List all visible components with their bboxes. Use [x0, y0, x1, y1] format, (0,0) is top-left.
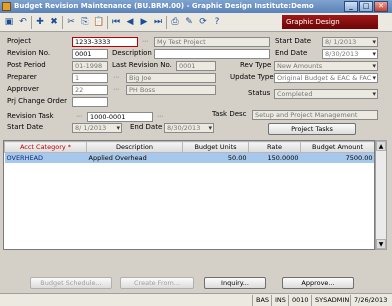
- revision-task-field[interactable]: 1000-0001: [87, 112, 153, 122]
- task-start-date-field: 8/ 1/2013: [72, 123, 122, 133]
- status-company-id: 0010: [288, 295, 310, 306]
- rev-type-label: Rev Type: [240, 61, 272, 69]
- toolbar-separator: [107, 16, 108, 29]
- project-description-field: My Test Project: [154, 37, 270, 47]
- title-bar: Budget Revision Maintenance (BU.BRM.00) …: [0, 0, 392, 13]
- project-label: Project: [7, 37, 31, 45]
- description-label: Description: [112, 49, 152, 57]
- scroll-down-icon[interactable]: ▼: [376, 239, 386, 249]
- table-row[interactable]: OVERHEAD Applied Overhead 50.00 150.0000…: [4, 152, 374, 163]
- status-label: Status: [248, 89, 271, 97]
- description-field[interactable]: [154, 49, 270, 59]
- save-icon[interactable]: ▣: [3, 16, 15, 28]
- refresh-icon[interactable]: ⟳: [197, 16, 209, 28]
- preparer-id-field[interactable]: 1: [72, 73, 108, 83]
- create-from-button[interactable]: Create From...: [120, 277, 194, 289]
- status-module: BAS: [252, 295, 270, 306]
- project-tasks-button[interactable]: Project Tasks: [268, 123, 356, 135]
- task-start-date-label: Start Date: [7, 123, 44, 131]
- next-icon[interactable]: ▶: [138, 16, 150, 28]
- column-header-rate[interactable]: Rate: [248, 141, 301, 153]
- first-icon[interactable]: ⏮: [110, 16, 122, 28]
- update-type-label: Update Type: [230, 73, 274, 81]
- approver-name-field: PH Boss: [126, 85, 216, 95]
- revision-task-lookup-icon[interactable]: ⋯: [156, 112, 164, 121]
- help-icon[interactable]: ?: [211, 16, 223, 28]
- paste-icon[interactable]: 📋: [93, 16, 105, 28]
- preparer-label: Preparer: [7, 73, 37, 81]
- preparer-name-field: Big Joe: [126, 73, 216, 83]
- print-icon[interactable]: ⎙: [169, 16, 181, 28]
- status-user: SYSADMIN: [311, 295, 349, 306]
- preparer-lookup-icon[interactable]: ⋯: [112, 73, 120, 82]
- minimize-button[interactable]: _: [344, 1, 358, 12]
- scroll-up-icon[interactable]: ▲: [376, 141, 386, 151]
- budget-schedule-button[interactable]: Budget Schedule...: [30, 277, 112, 289]
- last-icon[interactable]: ⏭: [152, 16, 164, 28]
- task-lookup-icon[interactable]: ⋯: [75, 112, 83, 121]
- task-end-date-field: 8/30/2013: [164, 123, 214, 133]
- approve-button[interactable]: Approve...: [282, 277, 354, 289]
- post-period-label: Post Period: [7, 61, 46, 69]
- approver-lookup-icon[interactable]: ⋯: [112, 85, 120, 94]
- last-revision-label: Last Revision No.: [112, 61, 172, 69]
- company-name-box: Graphic Design: [282, 15, 378, 29]
- end-date-label: End Date: [275, 49, 308, 57]
- column-header-budget-amount[interactable]: Budget Amount: [300, 141, 374, 153]
- status-date: 7/26/2013: [350, 295, 390, 306]
- undo-icon[interactable]: ↶: [17, 16, 29, 28]
- app-icon: [2, 2, 11, 11]
- acct-category-cell[interactable]: OVERHEAD: [4, 152, 87, 163]
- note-icon[interactable]: ✎: [183, 16, 195, 28]
- rev-type-select[interactable]: New Amounts: [274, 61, 378, 71]
- toolbar-separator: [62, 16, 63, 29]
- budget-amount-cell[interactable]: 7500.00: [300, 152, 374, 163]
- prj-change-order-field[interactable]: [72, 97, 108, 107]
- inquiry-button[interactable]: Inquiry...: [204, 277, 266, 289]
- grid-scrollbar[interactable]: ▲ ▼: [375, 140, 387, 250]
- project-lookup-icon[interactable]: ⋯: [141, 37, 149, 46]
- rate-cell[interactable]: 150.0000: [248, 152, 301, 163]
- description-cell[interactable]: Applied Overhead: [86, 152, 183, 163]
- column-header-description[interactable]: Description: [86, 141, 183, 153]
- column-header-acct-category[interactable]: Acct Category *: [4, 141, 87, 153]
- approver-id-field[interactable]: 22: [72, 85, 108, 95]
- delete-icon[interactable]: ✖: [48, 16, 60, 28]
- insert-icon[interactable]: ✚: [34, 16, 46, 28]
- status-bar: BAS INS 0010 SYSADMIN 7/26/2013: [0, 293, 392, 306]
- start-date-field[interactable]: 8/ 1/2013: [322, 37, 378, 47]
- status-mode: INS: [271, 295, 287, 306]
- status-select[interactable]: Completed: [274, 89, 378, 99]
- maximize-button[interactable]: □: [359, 1, 373, 12]
- copy-icon[interactable]: ⎘: [79, 16, 91, 28]
- task-desc-field: Setup and Project Management: [252, 110, 378, 120]
- revision-no-label: Revision No.: [7, 49, 51, 57]
- close-button[interactable]: ✕: [374, 1, 388, 12]
- update-type-select[interactable]: Original Budget & EAC & FAC: [274, 73, 378, 83]
- budget-units-cell[interactable]: 50.00: [182, 152, 249, 163]
- last-revision-field: 0001: [176, 61, 216, 71]
- prev-icon[interactable]: ◀: [124, 16, 136, 28]
- column-header-budget-units[interactable]: Budget Units: [182, 141, 249, 153]
- cut-icon[interactable]: ✂: [65, 16, 77, 28]
- window-title: Budget Revision Maintenance (BU.BRM.00) …: [14, 2, 314, 10]
- end-date-field[interactable]: 8/30/2013: [322, 49, 378, 59]
- prj-change-order-label: Prj Change Order: [7, 97, 68, 105]
- start-date-label: Start Date: [275, 37, 312, 45]
- toolbar: ▣ ↶ ✚ ✖ ✂ ⎘ 📋 ⏮ ◀ ▶ ⏭ ⎙ ✎ ⟳ ? Graphic De…: [0, 13, 392, 32]
- toolbar-separator: [31, 16, 32, 29]
- task-end-date-label: End Date: [130, 123, 163, 131]
- budget-grid: Acct Category * Description Budget Units…: [3, 140, 375, 250]
- task-desc-label: Task Desc: [212, 110, 247, 118]
- revision-no-field[interactable]: 0001: [72, 49, 108, 59]
- revision-task-label: Revision Task: [7, 112, 54, 120]
- project-field[interactable]: 1233-3333: [72, 37, 138, 47]
- approver-label: Approver: [7, 85, 40, 93]
- toolbar-separator: [166, 16, 167, 29]
- post-period-field: 01-1998: [72, 61, 108, 71]
